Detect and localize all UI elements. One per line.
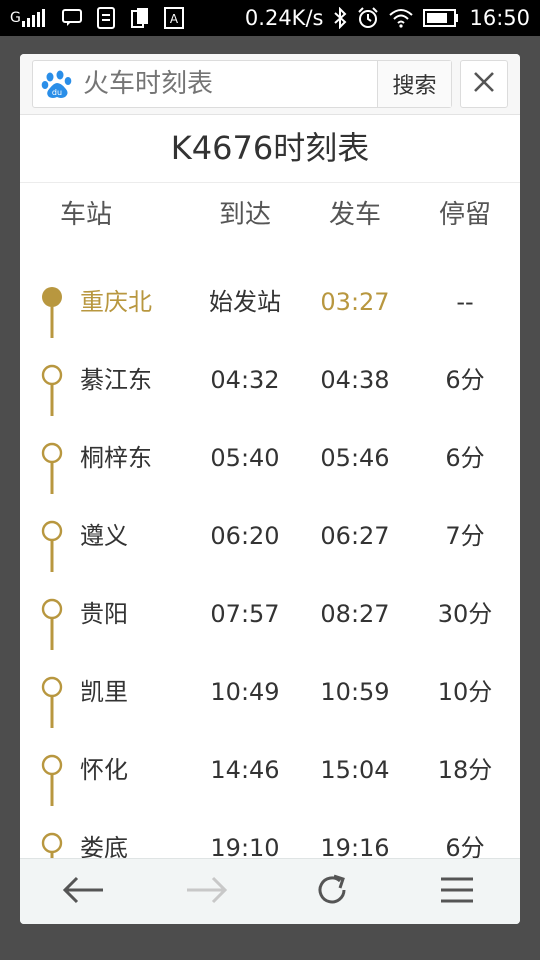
wifi-icon: [389, 7, 414, 29]
stop-duration: 6分: [445, 444, 485, 472]
start-station-marker-icon: [40, 282, 64, 342]
arrive-time: 14:46: [210, 756, 280, 784]
stop-duration: 7分: [445, 522, 485, 550]
timetable-rows: 重庆北 始发站 03:27 -- 綦江东 04:32 04:38 6分 桐梓东 …: [20, 262, 520, 858]
station-name: 綦江东: [80, 366, 152, 394]
status-bar: G A 0.24K/s 16:50: [0, 0, 540, 36]
baidu-paw-icon: du: [41, 69, 73, 101]
depart-time: 06:27: [320, 522, 390, 550]
network-speed: 0.24K/s: [244, 6, 324, 30]
table-row: 重庆北 始发站 03:27 --: [20, 262, 520, 340]
arrive-time: 04:32: [210, 366, 280, 394]
station-marker-icon: [40, 828, 64, 858]
bluetooth-icon: [333, 7, 347, 29]
station-name: 重庆北: [80, 288, 152, 316]
sim-icon: [130, 7, 150, 29]
stop-duration: 30分: [437, 600, 493, 628]
table-row: 贵阳 07:57 08:27 30分: [20, 574, 520, 652]
page-title: K4676时刻表: [20, 114, 520, 183]
depart-time: 15:04: [320, 756, 390, 784]
stop-duration: 10分: [437, 678, 493, 706]
forward-arrow-icon: [185, 875, 229, 909]
back-button[interactable]: [58, 871, 108, 913]
depart-time: 03:27: [320, 288, 390, 316]
stop-duration: --: [456, 288, 474, 316]
svg-text:du: du: [52, 88, 62, 97]
station-name: 贵阳: [80, 600, 128, 628]
menu-button[interactable]: [432, 871, 482, 913]
station-marker-icon: [40, 438, 64, 498]
timetable-card: du 搜索 K4676时刻表 车站 到达 发车 停留 重庆北 始发站 03:27…: [20, 54, 520, 924]
signal-icon: G: [10, 7, 48, 29]
table-row: 遵义 06:20 06:27 7分: [20, 496, 520, 574]
depart-time: 19:16: [320, 834, 390, 858]
arrive-time: 05:40: [210, 444, 280, 472]
stop-duration: 6分: [445, 366, 485, 394]
alarm-icon: [357, 7, 379, 29]
table-row: 凯里 10:49 10:59 10分: [20, 652, 520, 730]
arrive-time: 07:57: [210, 600, 280, 628]
depart-time: 10:59: [320, 678, 390, 706]
svg-text:A: A: [170, 12, 179, 26]
header-depart: 发车: [328, 200, 381, 230]
search-bar: du 搜索: [20, 54, 520, 115]
header-arrive: 到达: [218, 200, 271, 230]
stop-duration: 18分: [437, 756, 493, 784]
header-stop: 停留: [438, 200, 491, 230]
station-name: 凯里: [80, 678, 128, 706]
message-icon: [61, 7, 82, 29]
arrive-time: 19:10: [210, 834, 280, 858]
depart-time: 08:27: [320, 600, 390, 628]
table-row: 桐梓东 05:40 05:46 6分: [20, 418, 520, 496]
station-marker-icon: [40, 750, 64, 810]
header-station: 车站: [60, 200, 113, 230]
refresh-icon: [314, 872, 350, 912]
depart-time: 04:38: [320, 366, 390, 394]
arrive-time: 10:49: [210, 678, 280, 706]
clock: 16:50: [469, 6, 530, 30]
font-icon: A: [163, 7, 184, 29]
arrive-time: 06:20: [210, 522, 280, 550]
table-row: 娄底 19:10 19:16 6分: [20, 808, 520, 858]
stop-duration: 6分: [445, 834, 485, 858]
station-name: 桐梓东: [80, 444, 152, 472]
table-header: 车站 到达 发车 停留: [20, 194, 520, 254]
back-arrow-icon: [61, 875, 105, 909]
table-row: 怀化 14:46 15:04 18分: [20, 730, 520, 808]
station-name: 遵义: [80, 522, 128, 550]
search-input[interactable]: [83, 61, 379, 107]
table-row: 綦江东 04:32 04:38 6分: [20, 340, 520, 418]
station-name: 娄底: [80, 834, 128, 858]
station-marker-icon: [40, 516, 64, 576]
battery-icon: [423, 7, 459, 29]
close-button[interactable]: [460, 60, 508, 108]
menu-icon: [439, 875, 475, 909]
arrive-time: 始发站: [209, 288, 281, 316]
refresh-button[interactable]: [307, 871, 357, 913]
depart-time: 05:46: [320, 444, 390, 472]
station-marker-icon: [40, 594, 64, 654]
station-marker-icon: [40, 672, 64, 732]
search-button[interactable]: 搜索: [377, 61, 451, 107]
browser-nav-bar: [20, 858, 520, 924]
close-icon: [472, 70, 496, 98]
document-icon: [96, 7, 116, 29]
station-name: 怀化: [80, 756, 128, 784]
forward-button[interactable]: [182, 871, 232, 913]
station-marker-icon: [40, 360, 64, 420]
search-box: du 搜索: [32, 60, 452, 108]
